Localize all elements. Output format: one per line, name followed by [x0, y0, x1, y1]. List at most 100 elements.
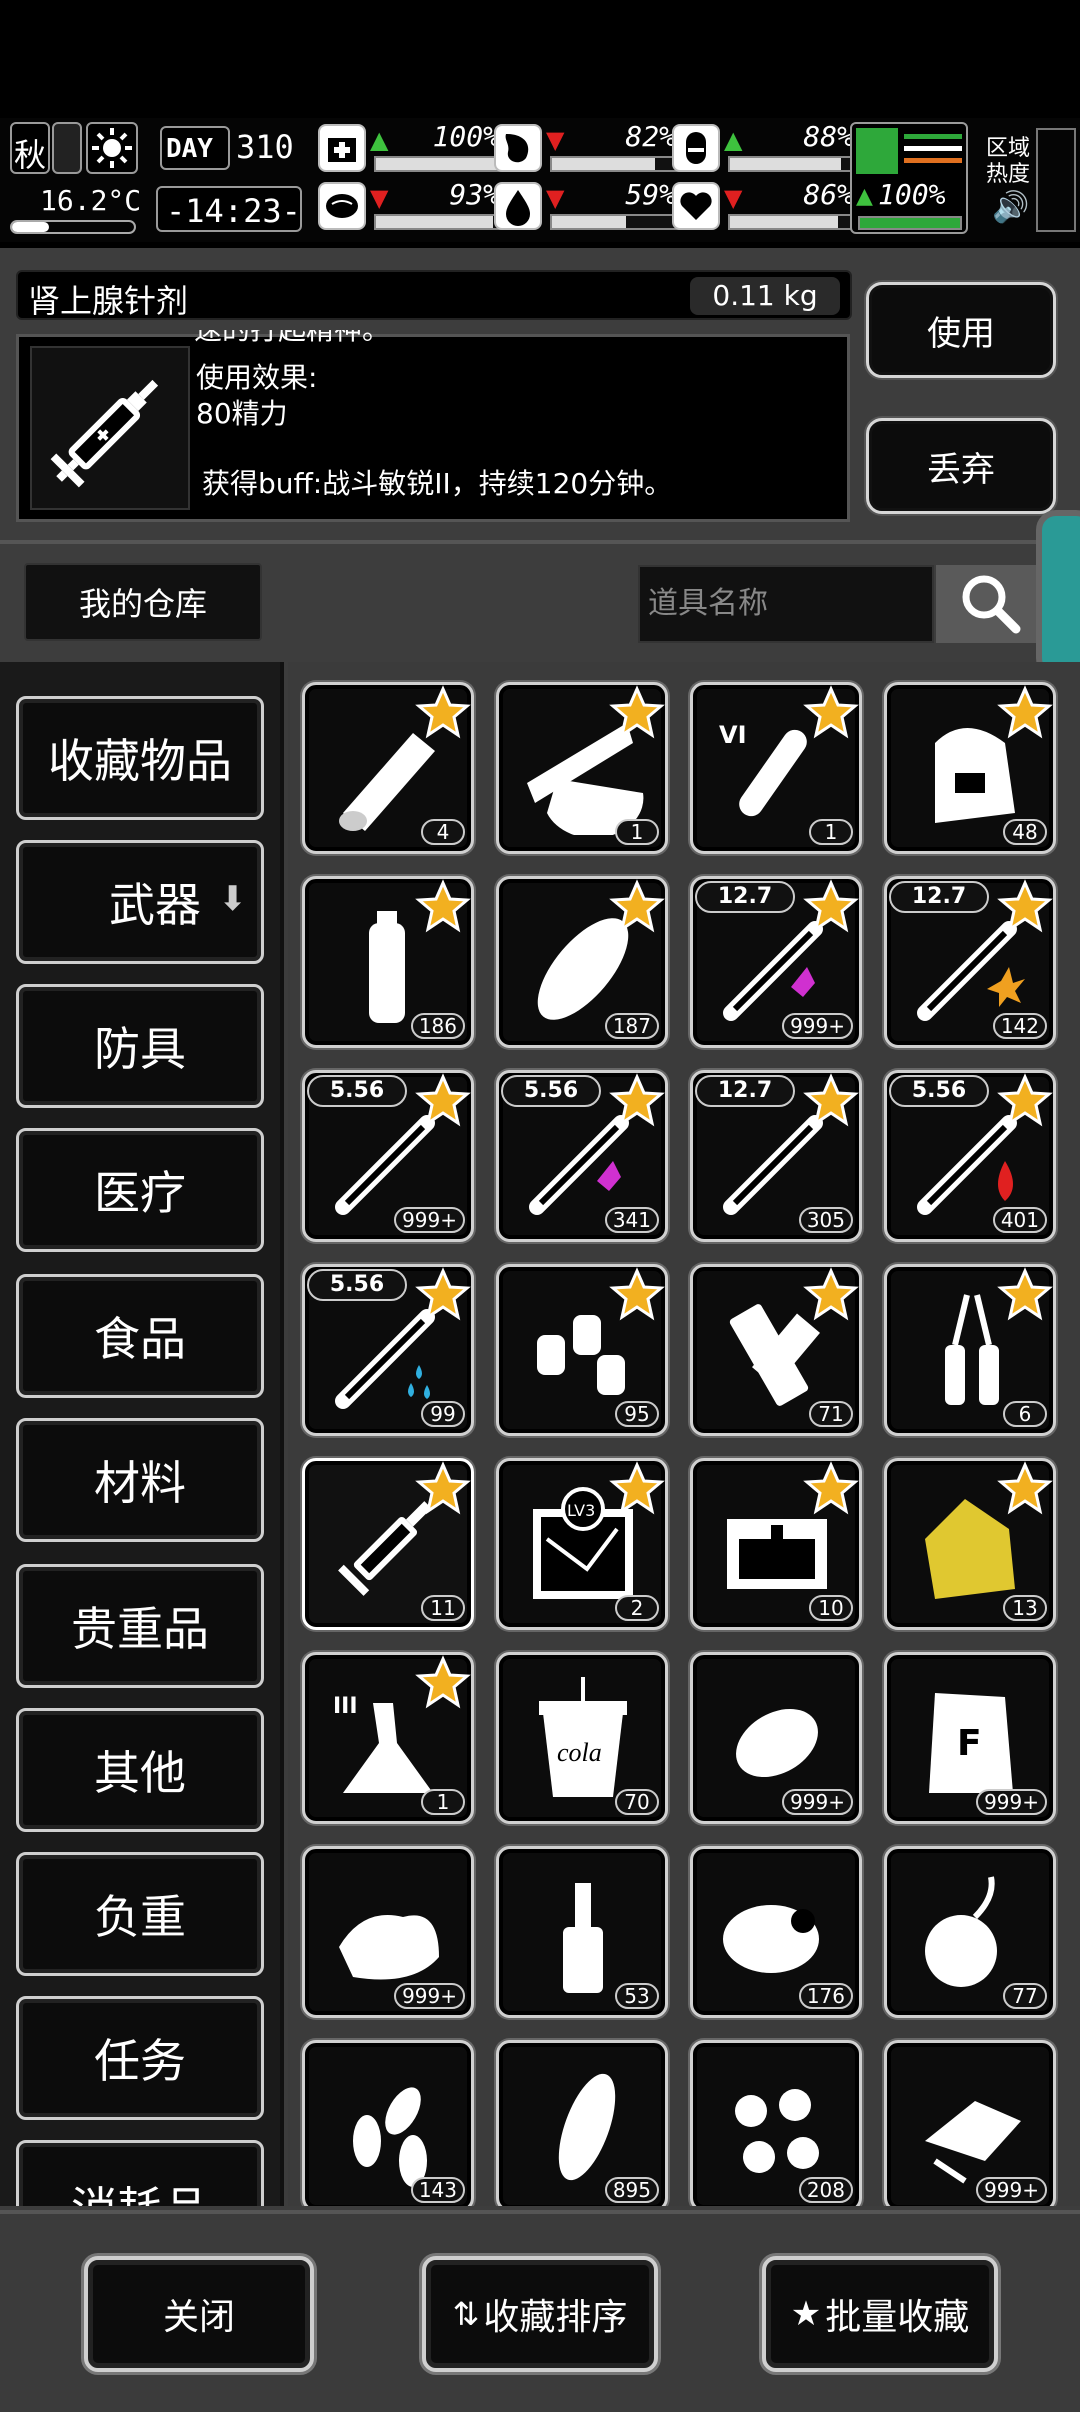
item-buff-text: 获得buff:战斗敏锐II，持续120分钟。 — [202, 467, 673, 500]
inventory-slot[interactable]: F 999+ — [884, 1652, 1056, 1824]
stat-hunger: ▼ 82% — [494, 120, 680, 176]
inventory-slot[interactable]: VI 1 — [690, 682, 862, 854]
category-food[interactable]: 食品 — [16, 1274, 264, 1398]
favorite-star-icon — [415, 1267, 471, 1321]
inventory-slot[interactable]: 176 — [690, 1846, 862, 2018]
inventory-slot[interactable]: 10 — [690, 1458, 862, 1630]
inventory-slot[interactable]: 186 — [302, 876, 474, 1048]
inventory-slot[interactable]: 4 — [302, 682, 474, 854]
search-input[interactable]: 道具名称 — [638, 565, 934, 643]
inventory-slot[interactable]: 5.56 999+ — [302, 1070, 474, 1242]
item-count: 999+ — [782, 1789, 853, 1815]
inventory-slot[interactable]: 208 — [690, 2040, 862, 2206]
item-count: 999+ — [782, 1013, 853, 1039]
batch-label: 批量收藏 — [825, 2297, 970, 2338]
category-label: 武器 — [109, 878, 201, 932]
category-medical[interactable]: 医疗 — [16, 1128, 264, 1252]
category-quest[interactable]: 任务 — [16, 1996, 264, 2120]
side-drawer-tab[interactable] — [1036, 510, 1080, 678]
svg-text:VI: VI — [719, 721, 747, 749]
leaf-icon — [52, 122, 82, 174]
favorite-star-icon — [415, 1461, 471, 1515]
inventory-slot[interactable]: 999+ — [884, 2040, 1056, 2206]
category-materials[interactable]: 材料 — [16, 1418, 264, 1542]
category-other[interactable]: 其他 — [16, 1708, 264, 1832]
inventory-slot[interactable]: 187 — [496, 876, 668, 1048]
inventory-slot[interactable]: 1 — [496, 682, 668, 854]
favorite-star-icon — [803, 1461, 859, 1515]
inventory-slot[interactable]: 143 — [302, 2040, 474, 2206]
caliber-badge: 12.7 — [695, 1075, 795, 1107]
inventory-slot[interactable]: 5.56 99 — [302, 1264, 474, 1436]
inventory-slot[interactable]: 5.56 341 — [496, 1070, 668, 1242]
svg-text:F: F — [957, 1723, 982, 1764]
inventory-slot[interactable]: 12.7 305 — [690, 1070, 862, 1242]
inventory-slot[interactable]: III 1 — [302, 1652, 474, 1824]
inventory-slot[interactable]: 71 — [690, 1264, 862, 1436]
close-button[interactable]: 关闭 — [84, 2256, 314, 2372]
inventory-slot[interactable]: 53 — [496, 1846, 668, 2018]
batch-favorite-button[interactable]: ★ 批量收藏 — [762, 2256, 998, 2372]
item-count: 1 — [421, 1789, 465, 1815]
caliber-badge: 5.56 — [307, 1269, 407, 1301]
brain-icon — [318, 182, 366, 230]
inventory-slot[interactable]: LV3 2 — [496, 1458, 668, 1630]
inventory-slot[interactable]: cola 70 — [496, 1652, 668, 1824]
caliber-badge: 12.7 — [889, 881, 989, 913]
divider — [0, 540, 1080, 544]
stat-value: 100% — [432, 120, 500, 153]
inventory-slot[interactable]: 895 — [496, 2040, 668, 2206]
item-count: 77 — [1003, 1983, 1047, 2009]
inventory-slot[interactable]: 13 — [884, 1458, 1056, 1630]
day-label: DAY — [166, 134, 213, 164]
inventory-slot[interactable]: 999+ — [302, 1846, 474, 2018]
medkit-icon — [318, 124, 366, 172]
category-valuables[interactable]: 贵重品 — [16, 1564, 264, 1688]
speaker-icon[interactable]: 🔊 — [992, 190, 1029, 225]
inventory-slot[interactable]: 12.7 142 — [884, 876, 1056, 1048]
caliber-badge: 5.56 — [501, 1075, 601, 1107]
inventory-slot[interactable]: 48 — [884, 682, 1056, 854]
inventory-slot[interactable]: 11 — [302, 1458, 474, 1630]
item-grid: 4 1 VI 1 48 186 187 12.7 999+ 12.7 142 5.56 999+ 5.56… — [288, 662, 1080, 2206]
favorite-star-icon — [415, 879, 471, 933]
category-consumables[interactable]: 消耗品 — [16, 2140, 264, 2206]
meat-icon — [723, 1905, 819, 1973]
item-count: 1 — [809, 819, 853, 845]
sort-favorites-button[interactable]: ⇅ 收藏排序 — [422, 2256, 658, 2372]
stat-value: 59% — [625, 178, 676, 211]
favorite-star-icon — [415, 1073, 471, 1127]
discard-button[interactable]: 丢弃 — [866, 418, 1056, 514]
search-button[interactable] — [936, 565, 1046, 643]
inventory-slot[interactable]: 12.7 999+ — [690, 876, 862, 1048]
item-count: 341 — [604, 1207, 659, 1233]
item-count: 999+ — [394, 1983, 465, 2009]
category-favorites[interactable]: 收藏物品 — [16, 696, 264, 820]
item-count: 99 — [421, 1401, 465, 1427]
item-count: 142 — [992, 1013, 1047, 1039]
favorite-star-icon — [609, 1073, 665, 1127]
trend-up-icon: ▲ — [370, 126, 389, 154]
favorite-star-icon — [609, 1267, 665, 1321]
inventory-slot[interactable]: 5.56 401 — [884, 1070, 1056, 1242]
category-armor[interactable]: 防具 — [16, 984, 264, 1108]
inventory-slot[interactable]: 999+ — [690, 1652, 862, 1824]
inventory-slot[interactable]: 77 — [884, 1846, 1056, 2018]
inventory-slot[interactable]: 6 — [884, 1264, 1056, 1436]
favorite-star-icon — [609, 1461, 665, 1515]
cola-cup-icon: cola — [539, 1677, 627, 1797]
category-carry[interactable]: 负重 — [16, 1852, 264, 1976]
my-warehouse-button[interactable]: 我的仓库 — [24, 563, 262, 641]
arrow-down-icon: ⬇ — [218, 879, 248, 919]
inventory-slot[interactable]: 95 — [496, 1264, 668, 1436]
season-box: 秋 — [10, 122, 50, 174]
item-count: 305 — [798, 1207, 853, 1233]
item-count: 95 — [615, 1401, 659, 1427]
item-name: 肾上腺针剂 — [28, 282, 189, 320]
caliber-badge: 5.56 — [307, 1075, 407, 1107]
stamina-box: ▲ 100% — [850, 122, 968, 234]
use-button[interactable]: 使用 — [866, 282, 1056, 378]
day-badge: DAY — [160, 126, 230, 170]
stat-bar — [374, 214, 504, 230]
category-weapons[interactable]: 武器 ⬇ — [16, 840, 264, 964]
